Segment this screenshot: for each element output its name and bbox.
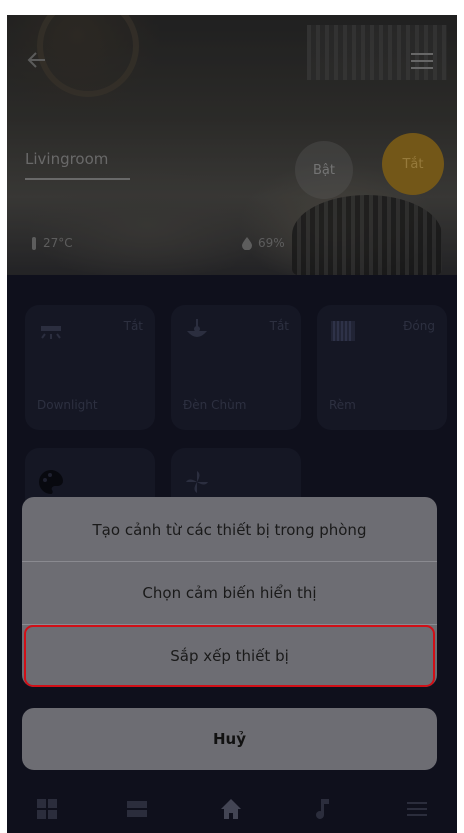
create-scene-option[interactable]: Tạo cảnh từ các thiết bị trong phòng	[22, 499, 437, 561]
cancel-button[interactable]: Huỷ	[22, 708, 437, 770]
choose-sensor-option[interactable]: Chọn cảm biến hiển thị	[22, 562, 437, 624]
sort-devices-option[interactable]: Sắp xếp thiết bị	[24, 625, 435, 687]
action-sheet: Tạo cảnh từ các thiết bị trong phòng Chọ…	[22, 497, 437, 687]
